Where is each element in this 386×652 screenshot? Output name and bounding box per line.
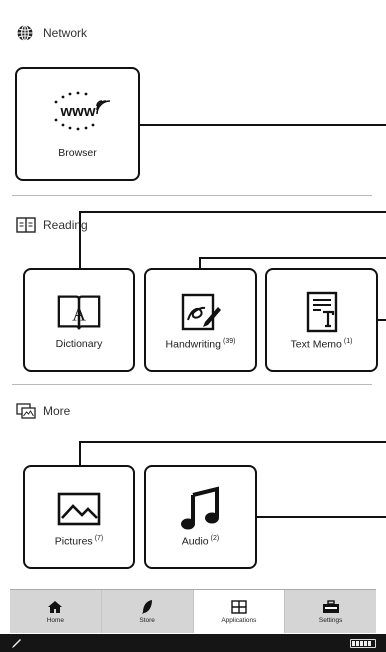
music-note-icon bbox=[177, 485, 225, 533]
bottom-tab-bar: Home Store Applications Settings bbox=[10, 589, 376, 633]
tab-home[interactable]: Home bbox=[10, 590, 102, 633]
tab-settings-label: Settings bbox=[318, 617, 343, 624]
tab-settings[interactable]: Settings bbox=[285, 590, 376, 633]
browser-app-tile[interactable]: www Browser bbox=[15, 67, 140, 181]
dictionary-label: Dictionary bbox=[55, 338, 103, 350]
dictionary-app-tile[interactable]: A Dictionary bbox=[23, 268, 135, 372]
section-divider bbox=[12, 195, 372, 196]
section-header-more: More bbox=[16, 402, 70, 420]
grid-icon bbox=[230, 599, 248, 615]
home-icon bbox=[46, 599, 64, 615]
globe-icon bbox=[16, 24, 34, 42]
images-icon bbox=[16, 402, 36, 420]
stylus-icon bbox=[10, 637, 22, 649]
pictures-label: Pictures (7) bbox=[54, 534, 104, 548]
text-memo-label: Text Memo (1) bbox=[290, 337, 353, 351]
section-title-reading: Reading bbox=[43, 218, 88, 232]
handwriting-count: (39) bbox=[223, 337, 236, 345]
text-memo-app-tile[interactable]: Text Memo (1) bbox=[265, 268, 378, 372]
text-memo-count: (1) bbox=[343, 337, 353, 345]
dictionary-book-icon: A bbox=[55, 288, 103, 336]
applications-screen: Network www Browser Reading A Dictionary bbox=[0, 0, 386, 652]
handwriting-label: Handwriting (39) bbox=[165, 337, 236, 351]
audio-label: Audio (2) bbox=[181, 534, 220, 548]
tab-store-label: Store bbox=[139, 617, 155, 624]
battery-icon bbox=[350, 639, 376, 648]
tab-applications[interactable]: Applications bbox=[193, 590, 286, 633]
pictures-count: (7) bbox=[94, 534, 104, 542]
picture-icon bbox=[55, 485, 103, 533]
svg-text:A: A bbox=[72, 305, 86, 326]
status-bar bbox=[0, 634, 386, 652]
audio-app-tile[interactable]: Audio (2) bbox=[144, 465, 257, 569]
toolbox-icon bbox=[322, 599, 340, 615]
section-title-more: More bbox=[43, 404, 71, 418]
tab-applications-label: Applications bbox=[221, 617, 257, 624]
feather-icon bbox=[138, 599, 156, 615]
handwriting-app-tile[interactable]: Handwriting (39) bbox=[144, 268, 257, 372]
section-title-network: Network bbox=[43, 26, 88, 40]
handwriting-pen-icon bbox=[177, 288, 225, 336]
section-header-reading: Reading bbox=[16, 216, 88, 234]
text-memo-icon bbox=[298, 288, 346, 336]
pictures-app-tile[interactable]: Pictures (7) bbox=[23, 465, 135, 569]
svg-text:www: www bbox=[59, 103, 95, 120]
browser-label: Browser bbox=[58, 147, 97, 159]
book-icon bbox=[16, 216, 36, 234]
tab-home-label: Home bbox=[46, 617, 65, 624]
tab-store[interactable]: Store bbox=[102, 590, 194, 633]
section-divider bbox=[12, 384, 372, 385]
audio-count: (2) bbox=[210, 534, 220, 542]
section-header-network: Network bbox=[16, 24, 87, 42]
www-icon: www bbox=[43, 87, 113, 135]
